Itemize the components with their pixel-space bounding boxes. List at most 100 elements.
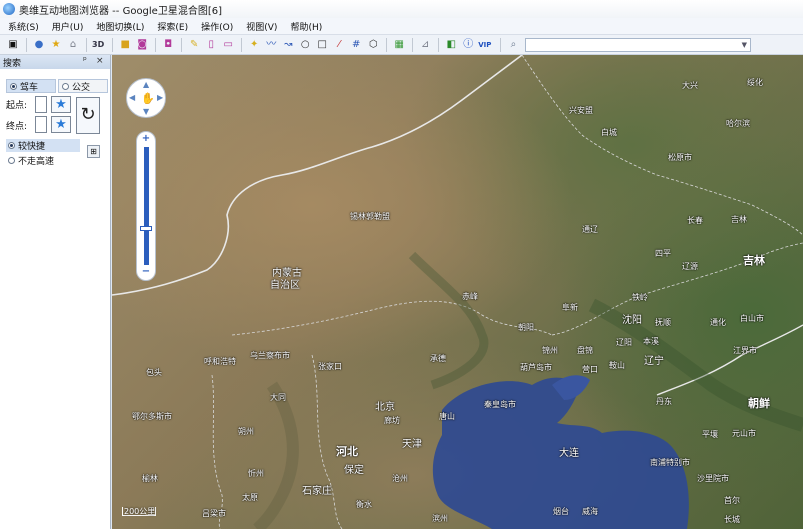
layer-icon[interactable]: ■ <box>118 38 132 52</box>
provincial-border <box>211 374 223 529</box>
start-point-field[interactable] <box>35 96 47 113</box>
menu-system[interactable]: 系统(S) <box>8 20 39 33</box>
search-panel: 搜索 ᵖ × 驾车 公交 起点: ★ 终点: ★ ↻ 较快捷 不走高速 ⊞ <box>0 55 111 529</box>
zoom-out-icon[interactable]: − <box>137 266 155 277</box>
curve-icon[interactable]: ↝ <box>281 38 295 52</box>
pan-down-icon[interactable]: ▼ <box>143 107 149 116</box>
map-place-label: 辽源 <box>682 262 698 271</box>
image-icon[interactable]: ▭ <box>221 38 235 52</box>
scale-label: 200公里 <box>124 507 156 516</box>
mode-drive-tab[interactable]: 驾车 <box>6 79 56 93</box>
pin-icon[interactable]: ᵖ <box>83 56 87 66</box>
info-icon[interactable]: ⓘ <box>461 38 475 52</box>
map-place-label: 威海 <box>582 507 598 516</box>
end-star-icon[interactable]: ★ <box>51 116 71 133</box>
radio-checked-icon <box>10 82 17 90</box>
panel-title: 搜索 <box>3 58 22 69</box>
rectangle-draw-icon[interactable]: □ <box>315 38 329 52</box>
map-place-label: 长春 <box>687 216 703 225</box>
polygon-icon[interactable]: ⬡ <box>366 38 380 52</box>
map-place-label: 首尔 <box>724 496 740 505</box>
swap-route-icon[interactable]: ↻ <box>76 97 100 134</box>
zoom-track[interactable] <box>144 147 149 265</box>
pencil-icon[interactable]: ✎ <box>187 38 201 52</box>
map-place-label: 沙里院市 <box>697 474 729 483</box>
toolbar-separator <box>386 37 388 52</box>
chevron-down-icon[interactable]: ▼ <box>738 39 750 51</box>
map-place-label: 鞍山 <box>609 361 625 370</box>
camera-icon[interactable]: ◙ <box>135 38 149 52</box>
map-place-label: 自治区 <box>270 280 300 291</box>
radio-checked-icon <box>8 142 15 149</box>
pan-up-icon[interactable]: ▲ <box>143 80 149 89</box>
map-place-label: 承德 <box>430 354 446 363</box>
toolbar-separator <box>86 37 87 52</box>
start-star-icon[interactable]: ★ <box>51 96 71 113</box>
menu-user[interactable]: 用户(U) <box>52 20 84 33</box>
map-layer-icon[interactable]: ▦ <box>392 38 406 52</box>
menu-view[interactable]: 视图(V) <box>246 20 277 33</box>
star-favorite-icon[interactable]: ★ <box>49 38 63 52</box>
option-fast-route[interactable]: 较快捷 <box>6 139 80 152</box>
search-input[interactable] <box>526 38 737 51</box>
pan-left-icon[interactable]: ◀ <box>129 93 135 102</box>
bag-icon[interactable]: ◘ <box>161 38 175 52</box>
zoom-slider[interactable]: + − <box>136 131 156 281</box>
map-place-label: 葫芦岛市 <box>520 363 552 372</box>
search-icon[interactable]: ⌕ <box>506 38 520 52</box>
map-place-label: 盘锦 <box>577 346 593 355</box>
menu-explore[interactable]: 探索(E) <box>157 20 188 33</box>
option-fast-label: 较快捷 <box>18 142 46 152</box>
map-place-label: 秦皇岛市 <box>484 400 516 409</box>
phone-icon[interactable]: ▯ <box>204 38 218 52</box>
save-icon[interactable]: ▣ <box>6 38 20 52</box>
map-place-label: 阜新 <box>562 303 578 312</box>
map-view[interactable]: 大兴 绥化 兴安盟 哈尔滨 白城 松原市 锡林郭勒盟 长春 吉林 通辽 四平 辽源 吉林 内蒙古 自治区 赤峰… <box>112 55 803 529</box>
map-place-label: 朝鲜 <box>748 397 770 410</box>
close-icon[interactable]: × <box>96 56 104 66</box>
map-place-label: 辽宁 <box>644 356 664 367</box>
map-place-label: 南浦特别市 <box>650 458 690 467</box>
edit-line-icon[interactable]: ⁄ <box>332 38 346 52</box>
search-combobox[interactable]: ▼ <box>525 37 752 52</box>
title-bar: 奥维互动地图浏览器 -- Google卫星混合图[6] <box>0 0 803 18</box>
mode-transit-tab[interactable]: 公交 <box>58 79 108 93</box>
map-place-label: 唐山 <box>439 412 455 421</box>
end-point-field[interactable] <box>35 116 47 133</box>
map-place-label: 江界市 <box>733 346 757 355</box>
toolbar: ▣ ● ★ ⌂ 3D ■ ◙ ◘ ✎ ▯ ▭ ✦ 〰 ↝ ○ □ ⁄ # ⬡ ▦… <box>0 35 803 55</box>
zoom-in-icon[interactable]: + <box>137 133 155 144</box>
map-place-label: 通化 <box>710 318 726 327</box>
map-place-label: 抚顺 <box>655 318 671 327</box>
vip-button[interactable]: VIP <box>478 38 491 52</box>
map-place-label: 乌兰察布市 <box>250 351 290 360</box>
toolbar-separator <box>155 37 157 52</box>
menu-help[interactable]: 帮助(H) <box>290 20 322 33</box>
home-icon[interactable]: ⌂ <box>66 38 80 52</box>
pin-marker-icon[interactable]: ✦ <box>247 38 261 52</box>
option-no-highway[interactable]: 不走高速 <box>6 154 80 167</box>
map-place-label: 朔州 <box>238 427 254 436</box>
menu-map-switch[interactable]: 地图切换(L) <box>96 20 144 33</box>
zoom-thumb[interactable] <box>140 226 152 231</box>
chat-icon[interactable]: ◧ <box>444 38 458 52</box>
3d-button[interactable]: 3D <box>92 38 104 52</box>
route-calculate-icon[interactable]: ⊞ <box>87 145 100 158</box>
option-no-highway-label: 不走高速 <box>18 157 55 167</box>
menu-operation[interactable]: 操作(O) <box>201 20 233 33</box>
hand-pan-icon[interactable]: ✋ <box>141 92 155 105</box>
provincial-border <box>551 242 803 336</box>
polyline-icon[interactable]: 〰 <box>264 38 278 52</box>
map-place-label: 哈尔滨 <box>726 119 750 128</box>
map-place-label: 赤峰 <box>462 292 478 301</box>
ruler-icon[interactable]: ⊿ <box>418 38 432 52</box>
pan-right-icon[interactable]: ▶ <box>157 93 163 102</box>
map-place-label: 保定 <box>344 465 364 476</box>
pan-control[interactable]: ▲ ▼ ◀ ▶ ✋ <box>126 78 166 118</box>
mountain-ridge <box>253 381 299 529</box>
user-icon[interactable]: ● <box>32 38 46 52</box>
grid-icon[interactable]: # <box>349 38 363 52</box>
circle-draw-icon[interactable]: ○ <box>298 38 312 52</box>
mode-drive-label: 驾车 <box>20 82 39 93</box>
menu-bar: 系统(S) 用户(U) 地图切换(L) 探索(E) 操作(O) 视图(V) 帮助(H) <box>0 18 803 35</box>
